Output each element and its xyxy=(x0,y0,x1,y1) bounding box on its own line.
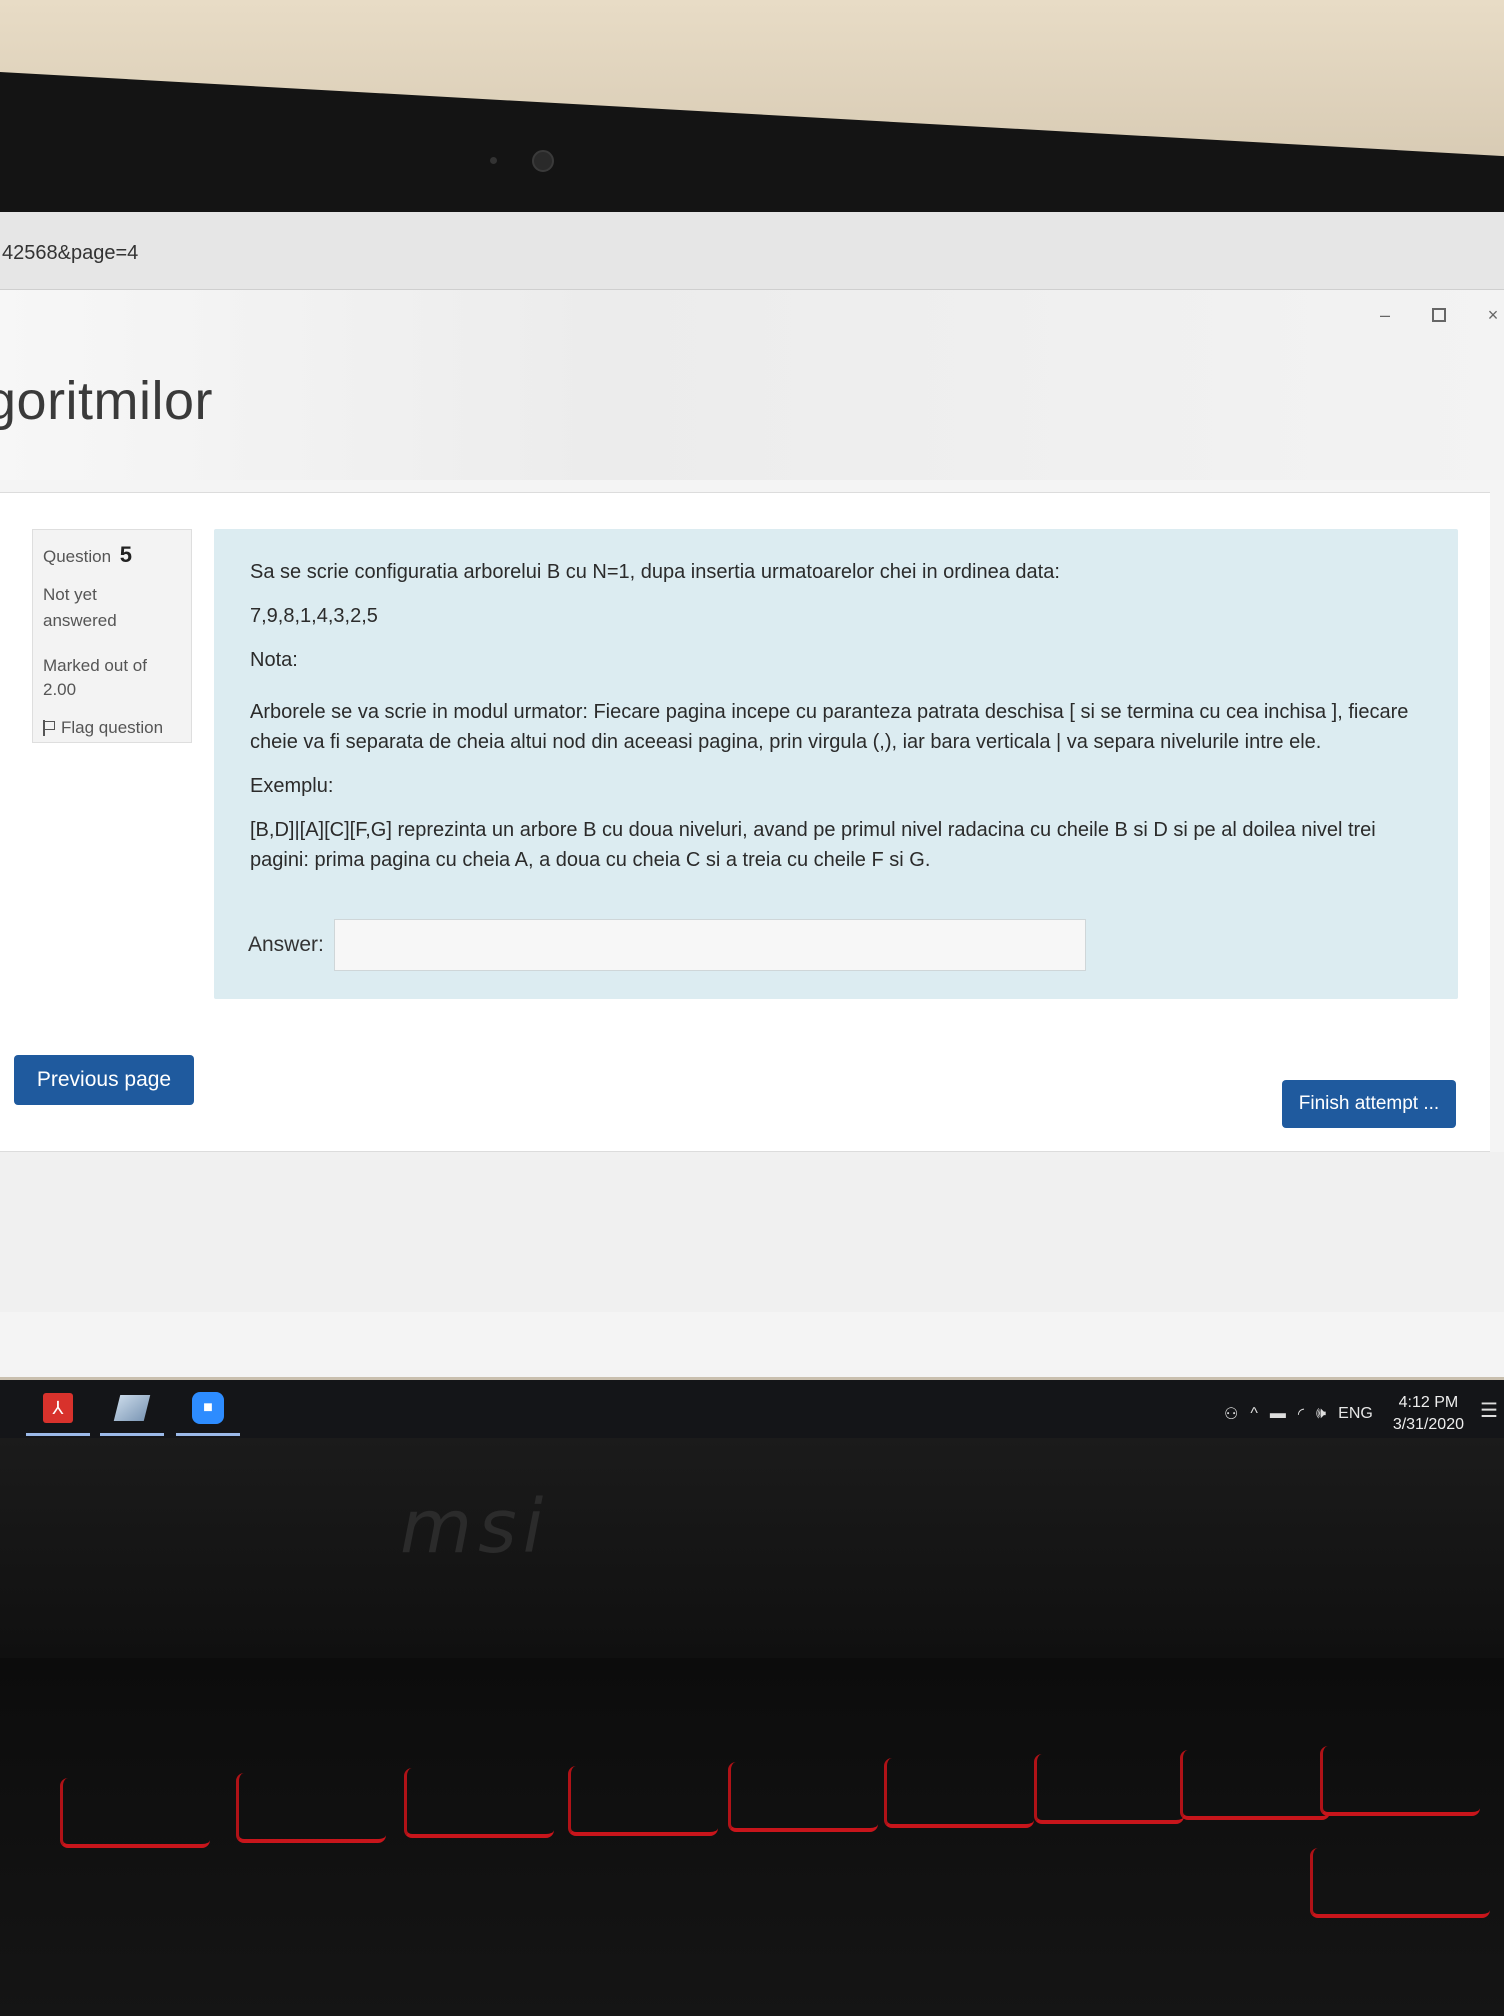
quiz-content: Question 5 Not yet answered Marked out o… xyxy=(0,492,1490,1152)
laptop-keyboard xyxy=(0,1658,1504,2016)
keyboard-key xyxy=(884,1758,1034,1828)
keyboard-key xyxy=(1180,1750,1330,1820)
answer-label: Answer: xyxy=(248,933,324,956)
note-label: Nota: xyxy=(250,649,298,671)
laptop-screen: 42568&page=4 goritmilor – × Question 5 N… xyxy=(0,212,1504,1377)
example-label: Exemplu: xyxy=(250,775,334,797)
question-text-box: Sa se scrie configuratia arborelui B cu … xyxy=(214,529,1458,999)
wifi-icon[interactable]: ◜ xyxy=(1298,1404,1304,1424)
keyboard-key xyxy=(728,1762,878,1832)
url-text[interactable]: 42568&page=4 xyxy=(2,242,138,265)
browser-address-bar[interactable]: 42568&page=4 xyxy=(0,212,1504,290)
language-indicator[interactable]: ENG xyxy=(1338,1405,1373,1423)
note-description: Arborele se va scrie in modul urmator: F… xyxy=(250,701,1409,753)
flag-icon xyxy=(43,720,55,736)
active-indicator xyxy=(100,1433,164,1436)
zoom-icon: ■ xyxy=(192,1392,224,1424)
maximize-button[interactable] xyxy=(1428,304,1450,326)
chevron-up-icon[interactable]: ^ xyxy=(1250,1405,1258,1423)
finish-attempt-button[interactable]: Finish attempt ... xyxy=(1282,1080,1456,1128)
notes-icon xyxy=(113,1395,151,1421)
webcam xyxy=(532,150,554,172)
system-tray: ⚇ ^ ▬ ◜ 🕪 ENG 4:12 PM 3/31/2020 xyxy=(1224,1392,1464,1436)
notification-icon[interactable]: ☰ xyxy=(1480,1398,1498,1423)
maximize-icon xyxy=(1432,308,1446,322)
close-button[interactable]: × xyxy=(1482,304,1504,326)
question-grade: Marked out of 2.00 xyxy=(43,656,147,699)
notes-taskbar-button[interactable] xyxy=(100,1388,164,1436)
clock-date: 3/31/2020 xyxy=(1392,1416,1464,1433)
keyboard-key xyxy=(404,1768,554,1838)
people-icon[interactable]: ⚇ xyxy=(1224,1404,1238,1424)
question-number: Question 5 xyxy=(43,542,181,568)
pdf-reader-icon: ⅄ xyxy=(43,1393,73,1423)
question-info-panel: Question 5 Not yet answered Marked out o… xyxy=(32,529,192,743)
answer-input[interactable] xyxy=(333,919,1086,971)
window-controls: – × xyxy=(1374,304,1504,326)
keyboard-key xyxy=(1320,1746,1480,1816)
keyboard-key xyxy=(1034,1754,1184,1824)
webcam-light xyxy=(490,157,497,164)
keyboard-key xyxy=(1310,1848,1490,1918)
course-header: goritmilor xyxy=(0,290,1504,480)
flag-question-label: Flag question xyxy=(61,718,164,737)
question-label: Question xyxy=(43,547,112,566)
question-keys: 7,9,8,1,4,3,2,5 xyxy=(250,605,378,627)
pdf-reader-taskbar-button[interactable]: ⅄ xyxy=(26,1388,90,1436)
laptop-bottom-bezel: msi xyxy=(0,1438,1504,1658)
flag-question-link[interactable]: Flag question xyxy=(43,718,181,738)
question-number-value: 5 xyxy=(119,542,133,567)
battery-icon[interactable]: ▬ xyxy=(1270,1405,1286,1423)
brand-logo: msi xyxy=(400,1484,550,1570)
active-indicator xyxy=(26,1433,90,1436)
question-state: Not yet answered xyxy=(43,585,117,630)
previous-page-button[interactable]: Previous page xyxy=(14,1055,194,1105)
windows-taskbar: ⅄ ■ ⚇ ^ ▬ ◜ 🕪 ENG 4:12 PM 3/31/2020 ☰ xyxy=(0,1380,1504,1438)
minimize-button[interactable]: – xyxy=(1374,304,1396,326)
page-footer-area xyxy=(0,1152,1504,1312)
keyboard-key xyxy=(60,1778,210,1848)
volume-icon[interactable]: 🕪 xyxy=(1316,1405,1326,1423)
keyboard-key xyxy=(568,1766,718,1836)
keyboard-key xyxy=(236,1773,386,1843)
clock[interactable]: 4:12 PM 3/31/2020 xyxy=(1393,1392,1464,1436)
answer-row: Answer: xyxy=(248,919,1086,971)
zoom-taskbar-button[interactable]: ■ xyxy=(176,1388,240,1436)
active-indicator xyxy=(176,1433,240,1436)
clock-time: 4:12 PM xyxy=(1398,1394,1459,1411)
question-statement: Sa se scrie configuratia arborelui B cu … xyxy=(250,561,1060,583)
course-title: goritmilor xyxy=(0,371,214,431)
example-text: [B,D]|[A][C][F,G] reprezinta un arbore B… xyxy=(250,819,1376,871)
